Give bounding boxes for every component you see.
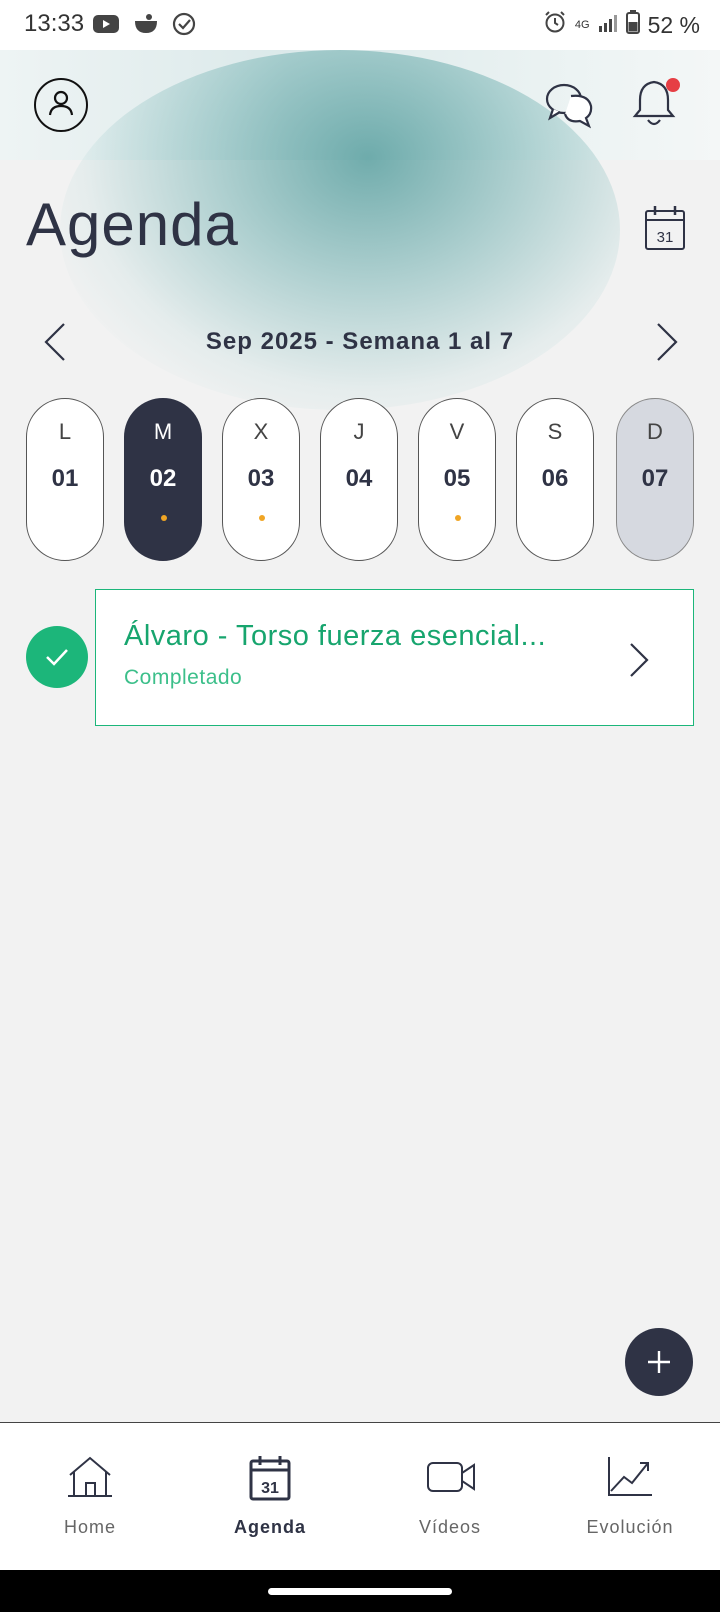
cooking-pot-icon [132, 12, 160, 41]
network-type: 4G [574, 19, 590, 31]
day-pill-monday[interactable]: L 01 [26, 398, 104, 561]
day-letter: S [547, 419, 563, 444]
workout-card[interactable]: Álvaro - Torso fuerza esencial... Comple… [95, 589, 694, 726]
day-number: 05 [443, 465, 471, 492]
event-dot [259, 515, 265, 521]
profile-button[interactable] [34, 78, 88, 132]
day-letter: L [58, 419, 72, 444]
day-pill-saturday[interactable]: S 06 [516, 398, 594, 561]
day-number: 03 [247, 465, 275, 492]
nav-evolucion[interactable]: Evolución [540, 1423, 720, 1571]
nav-calendar-day: 31 [261, 1480, 279, 1497]
bottom-navigation: Home 31 Agenda Vídeos Evolución [0, 1422, 720, 1570]
calendar-icon-day: 31 [657, 229, 674, 246]
notification-badge [666, 78, 680, 92]
completed-status-icon [26, 626, 88, 688]
calendar-icon: 31 [645, 206, 685, 250]
nav-agenda[interactable]: 31 Agenda [180, 1423, 360, 1571]
workout-title: Álvaro - Torso fuerza esencial... [124, 620, 547, 652]
nav-label: Agenda [233, 1517, 306, 1537]
day-number: 04 [345, 465, 373, 492]
nav-label: Evolución [586, 1517, 674, 1537]
chat-button[interactable] [544, 80, 596, 130]
day-number: 06 [541, 465, 569, 492]
page-title: Agenda [26, 191, 239, 258]
day-letter: J [353, 419, 365, 444]
plus-icon [648, 1351, 670, 1373]
battery-icon [625, 10, 640, 40]
check-circle-icon [172, 12, 196, 41]
home-gesture-handle[interactable] [268, 1588, 452, 1595]
chevron-right-icon [657, 323, 678, 361]
nav-videos[interactable]: Vídeos [360, 1423, 540, 1571]
notifications-button[interactable] [632, 76, 682, 132]
day-letter: X [253, 419, 269, 444]
alarm-icon [543, 10, 567, 40]
day-letter: V [449, 419, 465, 444]
next-week-button[interactable] [652, 320, 682, 364]
trend-chart-icon [608, 1457, 652, 1496]
day-number: 02 [149, 465, 177, 492]
workout-status: Completado [124, 666, 243, 689]
day-pill-thursday[interactable]: J 04 [320, 398, 398, 561]
nav-home[interactable]: Home [0, 1423, 180, 1571]
day-selector: L 01 M 02 X 03 J 04 V 05 S 06 D 07 [26, 398, 694, 561]
add-button[interactable] [625, 1328, 693, 1396]
day-number: 01 [51, 465, 79, 492]
day-pill-friday[interactable]: V 05 [418, 398, 496, 561]
nav-label: Vídeos [418, 1517, 482, 1537]
day-letter: M [153, 419, 173, 444]
home-icon [68, 1456, 112, 1497]
day-pill-sunday[interactable]: D 07 [616, 398, 694, 561]
signal-icon [598, 12, 618, 39]
week-navigator: Sep 2025 - Semana 1 al 7 [0, 318, 720, 368]
chevron-right-icon [626, 640, 652, 680]
calendar-icon: 31 [249, 1456, 291, 1501]
user-icon [45, 87, 77, 124]
video-camera-icon [427, 1462, 475, 1492]
event-dot [161, 515, 167, 521]
system-navigation-bar [0, 1570, 720, 1612]
nav-label: Home [63, 1517, 116, 1537]
day-pill-wednesday[interactable]: X 03 [222, 398, 300, 561]
status-bar: 13:33 4G 52 % [0, 0, 720, 50]
day-number: 07 [641, 465, 669, 492]
chat-icon [544, 83, 596, 134]
bell-icon [632, 80, 676, 134]
calendar-picker-button[interactable]: 31 [644, 205, 686, 251]
week-label: Sep 2025 - Semana 1 al 7 [205, 328, 515, 355]
checkmark-icon [46, 649, 68, 666]
battery-percent: 52 % [647, 11, 700, 38]
youtube-icon [92, 13, 120, 40]
status-time: 13:33 [24, 10, 85, 37]
day-letter: D [647, 419, 663, 444]
event-dot [455, 515, 461, 521]
day-pill-tuesday[interactable]: M 02 [124, 398, 202, 561]
